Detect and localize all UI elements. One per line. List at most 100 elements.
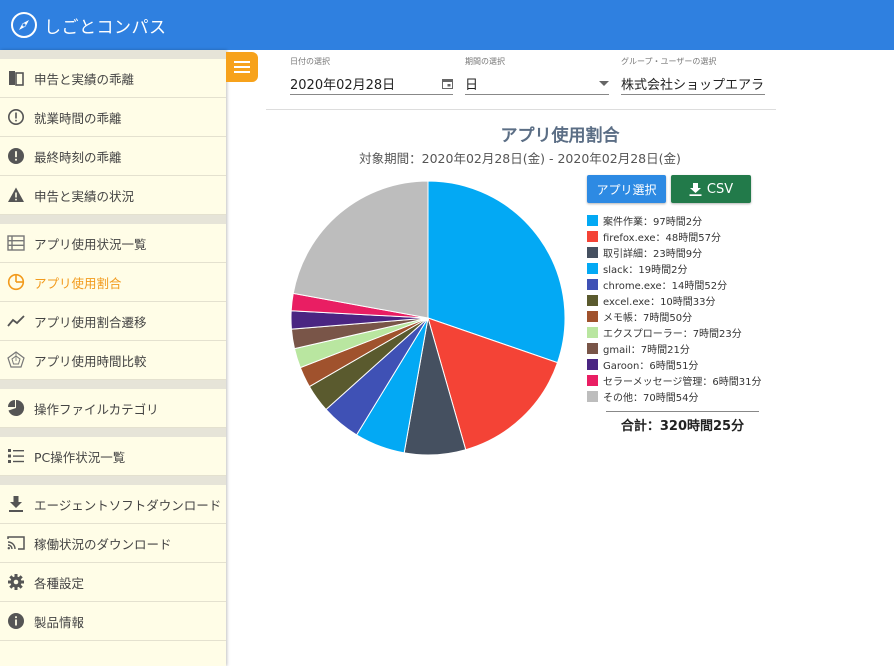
- sidebar-item[interactable]: 操作ファイルカテゴリ: [0, 389, 226, 428]
- sidebar-item[interactable]: PC操作状況一覧: [0, 437, 226, 476]
- sidebar-item[interactable]: アプリ使用割合遷移: [0, 302, 226, 341]
- legend-swatch: [587, 230, 598, 242]
- pie-slice[interactable]: [292, 180, 429, 319]
- group-user-select-label: グループ・ユーザーの選択: [621, 57, 717, 66]
- legend-label: chrome.exe：14時間52分: [603, 280, 728, 292]
- app-header: しごとコンパス: [0, 0, 894, 50]
- legend-label: セラーメッセージ管理：6時間31分: [603, 376, 762, 388]
- sidebar-item-label: アプリ使用状況一覧: [34, 236, 147, 252]
- legend-swatch: [587, 342, 598, 354]
- sidebar: 申告と実績の乖離 就業時間の乖離 最終時刻の乖離 申告と実績の状況 アプリ使用状況一覧ア…: [0, 50, 226, 666]
- legend-swatch: [587, 326, 598, 338]
- legend-label: firefox.exe：48時間57分: [603, 232, 721, 244]
- pie-chart: [290, 180, 566, 456]
- pie-icon: [6, 398, 26, 418]
- legend-swatch: [587, 374, 598, 386]
- sidebar-item-label: アプリ使用割合: [34, 275, 122, 291]
- period-select-value: 日: [465, 78, 479, 93]
- csv-download-button[interactable]: CSV: [671, 175, 751, 203]
- warning-icon: [6, 185, 26, 205]
- sidebar-item[interactable]: 製品情報: [0, 602, 226, 641]
- doc-compare-icon: [6, 68, 26, 88]
- legend-swatch: [587, 278, 598, 290]
- legend-item: エクスプローラー：7時間23分: [587, 324, 787, 340]
- date-select-label: 日付の選択: [290, 57, 330, 66]
- legend-item: firefox.exe：48時間57分: [587, 228, 787, 244]
- sidebar-separator: [0, 476, 226, 485]
- total-label: 合計：320時間25分: [620, 419, 745, 434]
- csv-button-label: CSV: [706, 181, 734, 197]
- group-user-select[interactable]: グループ・ユーザーの選択 株式会社ショップエアラ: [621, 56, 765, 95]
- legend-label: gmail：7時間21分: [603, 344, 690, 356]
- sidebar-item[interactable]: アプリ使用状況一覧: [0, 224, 226, 263]
- legend-item: 案件作業：97時間2分: [587, 212, 787, 228]
- legend-swatch: [587, 246, 598, 258]
- sidebar-item[interactable]: 申告と実績の状況: [0, 176, 226, 215]
- sidebar-item-label: 申告と実績の状況: [34, 188, 135, 204]
- alert-circle-icon: [6, 146, 26, 166]
- calendar-icon[interactable]: [442, 78, 453, 89]
- sidebar-item[interactable]: 就業時間の乖離: [0, 98, 226, 137]
- legend-item: slack：19時間2分: [587, 260, 787, 276]
- legend-label: Garoon：6時間51分: [603, 360, 699, 372]
- legend-item: メモ帳：7時間50分: [587, 308, 787, 324]
- sidebar-item[interactable]: 最終時刻の乖離: [0, 137, 226, 176]
- radar-icon: [6, 350, 26, 370]
- legend-label: エクスプローラー：7時間23分: [603, 328, 742, 340]
- sidebar-item[interactable]: アプリ使用割合: [0, 263, 226, 302]
- sidebar-item-label: 申告と実績の乖離: [34, 71, 135, 87]
- legend-swatch: [587, 214, 598, 226]
- sidebar-item[interactable]: 各種設定: [0, 563, 226, 602]
- date-select[interactable]: 日付の選択 2020年02月28日: [290, 56, 453, 95]
- menu-toggle-button[interactable]: [226, 52, 258, 82]
- sidebar-item[interactable]: 稼働状況のダウンロード: [0, 524, 226, 563]
- legend-item: Garoon：6時間51分: [587, 356, 787, 372]
- chart-subtitle: 対象期間：2020年02月28日(金) - 2020年02月28日(金): [359, 151, 681, 166]
- sidebar-separator: [0, 50, 226, 59]
- sidebar-item[interactable]: 申告と実績の乖離: [0, 59, 226, 98]
- sidebar-item-label: 各種設定: [34, 575, 85, 591]
- sidebar-item-label: 操作ファイルカテゴリ: [34, 401, 159, 417]
- sidebar-item-label: PC操作状況一覧: [34, 449, 126, 465]
- legend-swatch: [587, 390, 598, 402]
- total-rule: [606, 411, 759, 412]
- sidebar-separator: [0, 380, 226, 389]
- download-icon: [689, 182, 702, 196]
- pie-outline-icon: [6, 272, 26, 292]
- legend-item: 取引詳細：23時間9分: [587, 244, 787, 260]
- dropdown-arrow-icon[interactable]: [599, 80, 609, 87]
- compass-logo-icon: [11, 12, 37, 38]
- sidebar-item-label: 就業時間の乖離: [34, 110, 122, 126]
- legend-swatch: [587, 262, 598, 274]
- sidebar-item-label: アプリ使用時間比較: [34, 353, 147, 369]
- legend-swatch: [587, 294, 598, 306]
- legend-swatch: [587, 358, 598, 370]
- legend-label: その他：70時間54分: [603, 392, 699, 404]
- download-icon: [6, 494, 26, 514]
- period-select-label: 期間の選択: [465, 57, 505, 66]
- legend-label: excel.exe：10時間33分: [603, 296, 716, 308]
- info-icon: [6, 611, 26, 631]
- sidebar-item-label: エージェントソフトダウンロード: [34, 497, 222, 513]
- legend-label: 取引詳細：23時間9分: [603, 248, 703, 260]
- sidebar-item-label: アプリ使用割合遷移: [34, 314, 147, 330]
- legend-item: セラーメッセージ管理：6時間31分: [587, 372, 787, 388]
- filter-divider: [266, 109, 776, 110]
- sidebar-item[interactable]: エージェントソフトダウンロード: [0, 485, 226, 524]
- app-title: しごとコンパス: [44, 17, 167, 38]
- sidebar-separator: [0, 428, 226, 437]
- cast-icon: [6, 533, 26, 553]
- period-select[interactable]: 期間の選択 日: [465, 56, 609, 95]
- sidebar-item[interactable]: アプリ使用時間比較: [0, 341, 226, 380]
- sidebar-item-label: 最終時刻の乖離: [34, 149, 122, 165]
- legend-item: excel.exe：10時間33分: [587, 292, 787, 308]
- hamburger-icon: [234, 61, 250, 73]
- app-select-button[interactable]: アプリ選択: [587, 175, 666, 203]
- legend-item: その他：70時間54分: [587, 388, 787, 404]
- list-panel-icon: [6, 233, 26, 253]
- date-select-value: 2020年02月28日: [290, 78, 396, 93]
- legend-item: gmail：7時間21分: [587, 340, 787, 356]
- alert-circle-outline-icon: [6, 107, 26, 127]
- group-user-select-value: 株式会社ショップエアラ: [621, 78, 765, 93]
- legend-label: 案件作業：97時間2分: [603, 216, 703, 228]
